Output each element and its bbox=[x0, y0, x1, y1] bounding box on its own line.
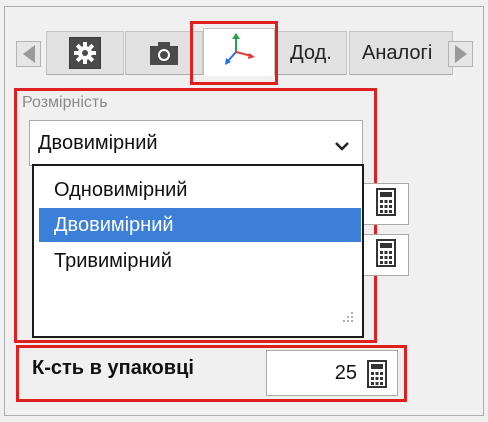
dimension-select[interactable]: Двовимірний bbox=[29, 120, 363, 166]
tab-analog-label: Аналогі bbox=[362, 41, 433, 64]
calculator-icon[interactable] bbox=[367, 360, 387, 394]
gear-icon bbox=[69, 37, 101, 69]
option-label: Тривимірний bbox=[54, 249, 172, 272]
resize-grip-icon[interactable] bbox=[342, 310, 354, 328]
camera-icon bbox=[147, 38, 181, 68]
triangle-left-icon bbox=[22, 45, 35, 63]
package-quantity-label: К-сть в упаковці bbox=[32, 357, 194, 379]
tab-extra[interactable]: Дод. bbox=[275, 31, 347, 75]
dropdown-option-three-dimensional[interactable]: Тривимірний bbox=[39, 244, 361, 278]
calculator-icon bbox=[376, 238, 396, 272]
tab-settings[interactable] bbox=[46, 31, 124, 75]
dimension-label: Розмірність bbox=[22, 94, 108, 111]
tab-scroll-right-button[interactable] bbox=[448, 41, 473, 67]
package-quantity-field[interactable]: 25 bbox=[266, 350, 398, 396]
chevron-down-icon bbox=[334, 135, 350, 158]
side-field-2[interactable] bbox=[363, 234, 409, 276]
tab-analog[interactable]: Аналогі bbox=[349, 31, 453, 75]
dimension-dropdown-list: Одновимірний Двовимірний Тривимірний bbox=[32, 164, 364, 338]
dropdown-option-two-dimensional[interactable]: Двовимірний bbox=[39, 208, 361, 242]
option-label: Двовимірний bbox=[54, 213, 174, 236]
tab-scroll-left-button[interactable] bbox=[16, 41, 41, 67]
dimension-select-value: Двовимірний bbox=[38, 131, 158, 154]
package-quantity-value: 25 bbox=[334, 361, 357, 384]
option-label: Одновимірний bbox=[54, 178, 188, 201]
side-field-1[interactable] bbox=[363, 183, 409, 225]
calculator-icon bbox=[376, 187, 396, 221]
tab-extra-label: Дод. bbox=[290, 41, 332, 64]
triangle-right-icon bbox=[454, 45, 467, 63]
dropdown-option-one-dimensional[interactable]: Одновимірний bbox=[39, 173, 361, 207]
highlight-axes-tab bbox=[190, 21, 278, 85]
